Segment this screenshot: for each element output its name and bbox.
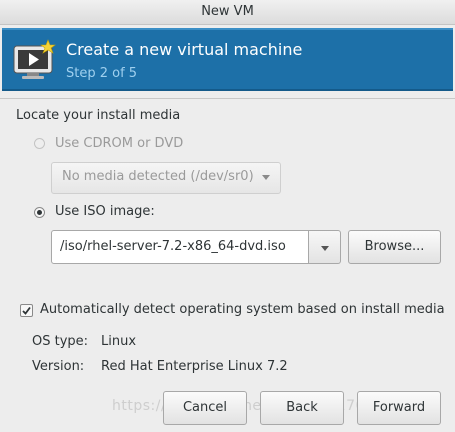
window-titlebar[interactable]: New VM	[0, 0, 455, 25]
wizard-banner: Create a new virtual machine Step 2 of 5	[2, 28, 453, 91]
iso-path-value: /iso/rhel-server-7.2-x86_64-dvd.iso	[60, 239, 286, 254]
os-version-label: Version:	[32, 359, 85, 374]
forward-button[interactable]: Forward	[357, 391, 441, 425]
cancel-button[interactable]: Cancel	[163, 391, 247, 425]
cdrom-radio-label: Use CDROM or DVD	[55, 136, 184, 151]
vm-monitor-icon	[12, 38, 56, 82]
os-version-value: Red Hat Enterprise Linux 7.2	[101, 359, 288, 374]
back-button[interactable]: Back	[260, 391, 344, 425]
autodetect-checkbox[interactable]	[20, 304, 33, 317]
cdrom-device-value: No media detected (/dev/sr0)	[62, 169, 254, 184]
banner-divider	[0, 98, 455, 99]
browse-button[interactable]: Browse...	[348, 230, 441, 264]
os-type-value: Linux	[101, 334, 137, 349]
cdrom-device-combo[interactable]: No media detected (/dev/sr0)	[51, 162, 281, 194]
iso-radio-label: Use ISO image:	[55, 204, 155, 219]
chevron-down-icon	[321, 246, 329, 251]
os-type-label: OS type:	[32, 334, 89, 349]
section-label: Locate your install media	[16, 108, 181, 123]
autodetect-label: Automatically detect operating system ba…	[40, 302, 445, 317]
cdrom-radio[interactable]	[34, 138, 45, 149]
wizard-title: Create a new virtual machine	[66, 40, 303, 59]
checkmark-icon	[22, 306, 31, 315]
iso-path-input[interactable]: /iso/rhel-server-7.2-x86_64-dvd.iso	[51, 230, 309, 264]
wizard-step: Step 2 of 5	[66, 66, 138, 81]
iso-history-dropdown[interactable]	[309, 230, 341, 264]
radio-selected-dot	[37, 210, 42, 215]
window-title: New VM	[201, 4, 254, 19]
iso-radio[interactable]	[34, 207, 45, 218]
chevron-down-icon	[262, 175, 270, 180]
